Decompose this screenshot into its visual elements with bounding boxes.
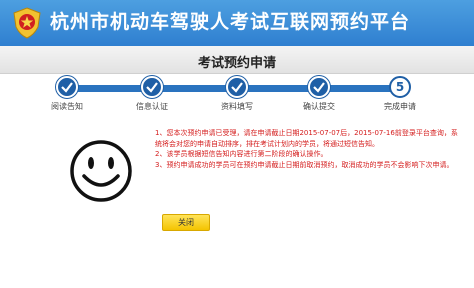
site-header: 杭州市机动车驾驶人考试互联网预约平台 [0,0,474,46]
notice-item-1: 1、您本次预约申请已受理，请在申请截止日期2015-07-07后，2015-07… [155,129,458,148]
page-title: 考试预约申请 [197,56,276,71]
step-5-current: 5 [389,76,411,98]
notice-text: 1、您本次预约申请已受理，请在申请截止日期2015-07-07后，2015-07… [155,128,460,170]
page-title-bar: 考试预约申请 [0,46,474,74]
step-4-check-icon [308,76,330,98]
step-label-4: 确认提交 [303,102,335,111]
progress-steps: 阅读告知 信息认证 资料填写 确认提交 5 完成申请 [0,74,474,116]
site-title: 杭州市机动车驾驶人考试互联网预约平台 [50,11,411,33]
notice-item-2: 2、该学员根据短信告知内容进行第二阶段的确认操作。 [155,150,328,158]
step-3-check-icon [226,76,248,98]
step-2-check-icon [141,76,163,98]
step-1-check-icon [56,76,78,98]
step-label-3: 资料填写 [221,102,253,111]
step-label-2: 信息认证 [136,102,168,111]
step-label-1: 阅读告知 [51,102,83,111]
step-number: 5 [395,80,405,94]
police-emblem-icon [13,7,41,39]
smiley-face-icon [70,140,132,202]
close-button[interactable]: 关闭 [162,214,210,231]
step-label-5: 完成申请 [384,102,416,111]
notice-item-3: 3、预约申请成功的学员可在预约申请截止日期前取消预约，取消成功的学员不会影响下次… [155,160,454,169]
